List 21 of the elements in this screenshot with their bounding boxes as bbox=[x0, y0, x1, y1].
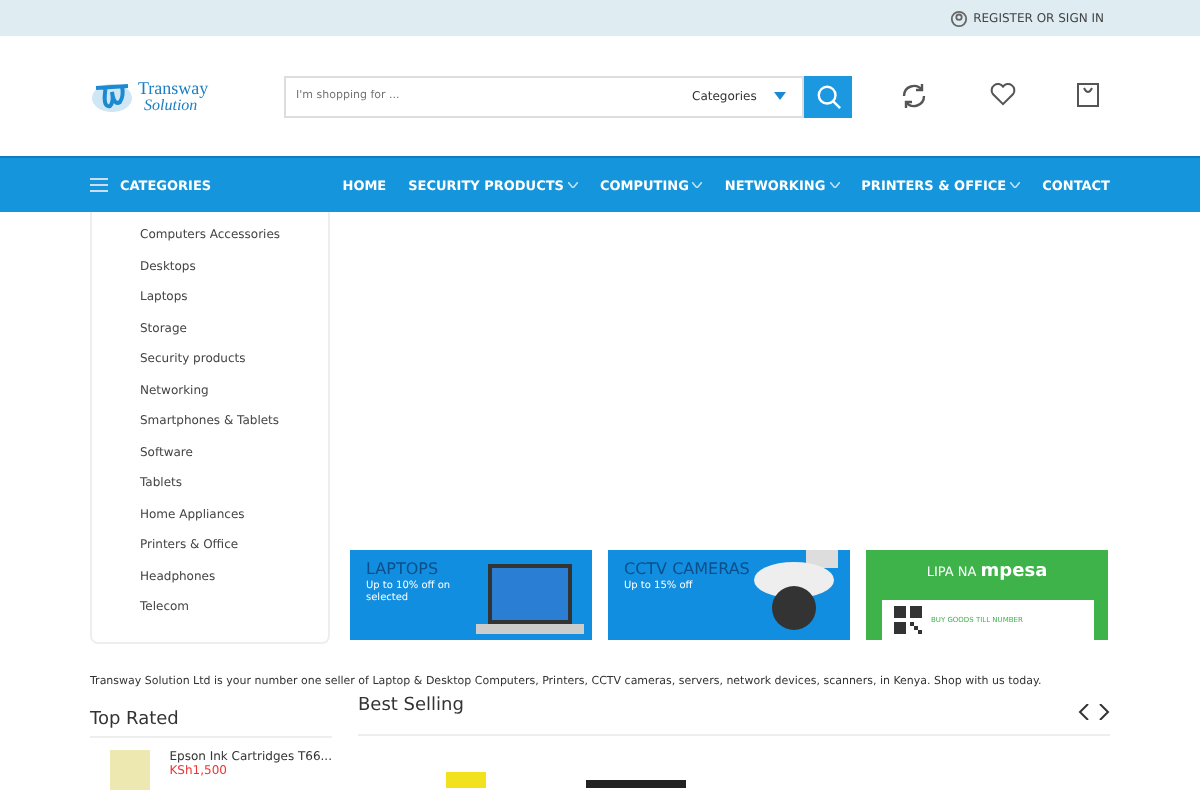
banner-title: CCTV CAMERAS bbox=[624, 562, 750, 580]
qr-code-icon bbox=[893, 606, 921, 634]
section-title: Top Rated bbox=[90, 710, 332, 738]
logo[interactable]: Transway Solution bbox=[90, 74, 284, 118]
search-button[interactable] bbox=[804, 75, 852, 117]
ink-bottle-photo-placeholder bbox=[110, 750, 150, 790]
section-title: Best Selling bbox=[358, 696, 464, 720]
caret-icon bbox=[1010, 182, 1021, 188]
product-photo-placeholder bbox=[586, 780, 686, 788]
caret-icon bbox=[829, 182, 840, 188]
menu-icon bbox=[90, 178, 108, 192]
caret-icon bbox=[692, 182, 703, 188]
caret-icon bbox=[567, 182, 578, 188]
laptop-drawing bbox=[476, 560, 584, 640]
search-icon bbox=[815, 83, 841, 109]
product-photo-placeholder bbox=[446, 772, 486, 788]
cart-bag-icon[interactable] bbox=[1076, 82, 1100, 108]
wishlist-heart-icon[interactable] bbox=[989, 82, 1015, 106]
banner-title: LAPTOPS bbox=[366, 562, 441, 580]
user-icon bbox=[949, 9, 968, 27]
compare-icon[interactable] bbox=[900, 82, 928, 110]
